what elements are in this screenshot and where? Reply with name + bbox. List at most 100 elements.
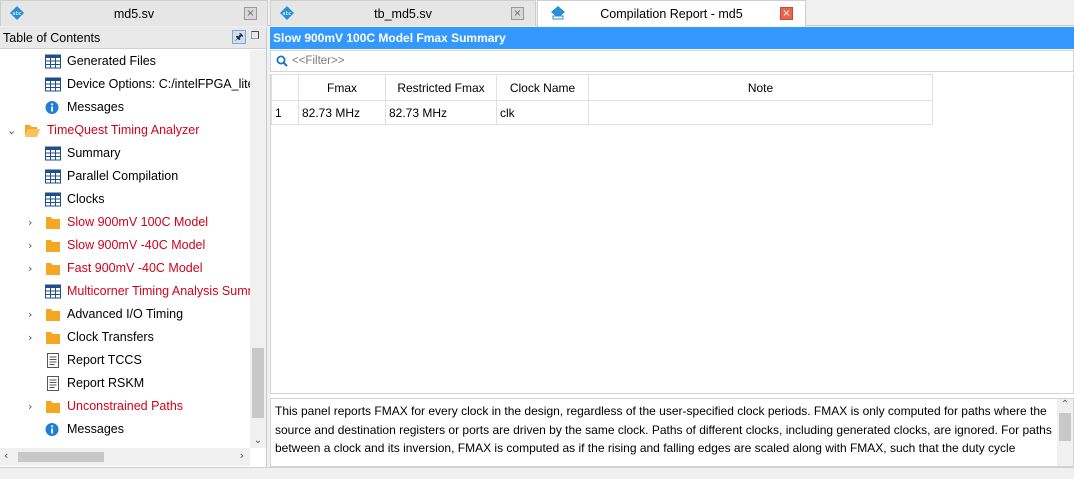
folder-icon	[45, 215, 61, 230]
tree-item-label: Multicorner Timing Analysis Summ	[67, 284, 250, 298]
tree-item-label: Advanced I/O Timing	[67, 307, 184, 321]
folder-icon	[45, 238, 61, 253]
tree-item-label: Parallel Compilation	[67, 169, 179, 183]
close-icon[interactable]: ×	[244, 7, 257, 20]
expand-icon[interactable]: ›	[28, 303, 38, 326]
expand-icon[interactable]: ›	[28, 395, 38, 418]
expand-icon[interactable]: ›	[28, 257, 38, 280]
tab-tb-md5-sv[interactable]: abc tb_md5.sv ×	[270, 0, 536, 26]
tree-item[interactable]: Messages	[0, 418, 250, 441]
status-bar	[0, 467, 1074, 479]
tree-item-label: Summary	[67, 146, 121, 160]
text-report-icon	[45, 376, 61, 391]
column-header-restricted-fmax[interactable]: Restricted Fmax	[385, 74, 497, 101]
tree-item[interactable]: Report RSKM	[0, 372, 250, 395]
tree-item[interactable]: › Slow 900mV 100C Model	[0, 211, 250, 234]
tree-item-label: Clocks	[67, 192, 105, 206]
scroll-thumb[interactable]	[18, 452, 104, 462]
tree-item[interactable]: › Fast 900mV -40C Model	[0, 257, 250, 280]
tree-item[interactable]: Summary	[0, 142, 250, 165]
tree-item-label: Fast 900mV -40C Model	[67, 261, 203, 275]
restore-window-icon[interactable]: ❐	[248, 30, 262, 44]
column-header-index[interactable]	[271, 74, 299, 101]
filter-input[interactable]: <<Filter>>	[292, 55, 344, 67]
info-icon	[45, 422, 61, 437]
tree-item-label: Messages	[67, 100, 124, 114]
tree-item-label: Slow 900mV 100C Model	[67, 215, 209, 229]
scroll-down-icon[interactable]: ⌄	[250, 435, 266, 446]
folder-icon	[45, 261, 61, 276]
toc-horizontal-scrollbar[interactable]: ‹ ›	[0, 448, 250, 466]
cell-note	[588, 100, 933, 125]
table-icon	[45, 284, 61, 299]
column-header-clock-name[interactable]: Clock Name	[496, 74, 589, 101]
table-icon	[45, 169, 61, 184]
tree-item-label: Clock Transfers	[67, 330, 154, 344]
tree-item[interactable]: Clocks	[0, 188, 250, 211]
toc-title: Table of Contents	[3, 30, 101, 45]
table-of-contents-panel: Table of Contents 🖈 ❐ Generated Files Dev…	[0, 27, 267, 467]
fmax-table-area: Fmax Restricted Fmax Clock Name Note 1 8…	[270, 74, 1074, 394]
description-text: This panel reports FMAX for every clock …	[275, 404, 1052, 455]
report-description: This panel reports FMAX for every clock …	[270, 398, 1074, 467]
folder-open-icon	[24, 123, 40, 138]
tree-item-label: Report RSKM	[67, 376, 145, 390]
toc-header: Table of Contents 🖈 ❐	[0, 27, 266, 49]
tree-item[interactable]: Generated Files	[0, 50, 250, 73]
close-icon[interactable]: ×	[511, 7, 524, 20]
tab-label: tb_md5.sv	[374, 6, 432, 21]
tree-item-label: Unconstrained Paths	[67, 399, 184, 413]
table-header-row: Fmax Restricted Fmax Clock Name Note	[271, 74, 933, 101]
tree-item-label: TimeQuest Timing Analyzer	[47, 123, 200, 137]
scroll-right-icon[interactable]: ›	[240, 449, 244, 462]
filter-bar[interactable]: <<Filter>>	[270, 50, 1074, 72]
scroll-left-icon[interactable]: ‹	[4, 449, 8, 462]
table-icon	[45, 77, 61, 92]
folder-icon	[45, 307, 61, 322]
tree-item[interactable]: Report TCCS	[0, 349, 250, 372]
tree-item[interactable]: ⌄ TimeQuest Timing Analyzer	[0, 119, 250, 142]
cell-restricted-fmax: 82.73 MHz	[385, 100, 497, 125]
expand-icon[interactable]: ›	[28, 211, 38, 234]
tree-item-label: Slow 900mV -40C Model	[67, 238, 206, 252]
folder-icon	[45, 330, 61, 345]
report-title: Slow 900mV 100C Model Fmax Summary	[270, 27, 1074, 49]
toc-tree: Generated Files Device Options: C:/intelF…	[0, 50, 250, 448]
tree-item[interactable]: › Slow 900mV -40C Model	[0, 234, 250, 257]
tree-item[interactable]: Device Options: C:/intelFPGA_lite/	[0, 73, 250, 96]
tab-md5-sv[interactable]: abc md5.sv ×	[0, 0, 268, 26]
folder-icon	[45, 399, 61, 414]
tree-item[interactable]: › Advanced I/O Timing	[0, 303, 250, 326]
expand-icon[interactable]: ›	[28, 326, 38, 349]
description-scrollbar[interactable]: ⌃	[1057, 399, 1073, 466]
cell-fmax: 82.73 MHz	[298, 100, 386, 125]
tab-label: Compilation Report - md5	[600, 7, 743, 21]
table-row[interactable]: 1 82.73 MHz 82.73 MHz clk	[271, 100, 933, 125]
text-report-icon	[45, 353, 61, 368]
collapse-icon[interactable]: ⌄	[7, 119, 17, 142]
tree-item-label: Messages	[67, 422, 124, 436]
toc-vertical-scrollbar[interactable]: ⌄	[250, 50, 266, 448]
tree-item[interactable]: Parallel Compilation	[0, 165, 250, 188]
table-icon	[45, 146, 61, 161]
close-icon[interactable]: ×	[780, 7, 793, 20]
scroll-thumb[interactable]	[1059, 413, 1071, 441]
tab-bar: abc md5.sv × abc tb_md5.sv × Compilation…	[0, 0, 1074, 27]
scroll-thumb[interactable]	[252, 348, 264, 418]
column-header-note[interactable]: Note	[588, 74, 933, 101]
tab-compilation-report[interactable]: Compilation Report - md5 ×	[537, 0, 806, 27]
tree-item[interactable]: Multicorner Timing Analysis Summ	[0, 280, 250, 303]
scroll-up-icon[interactable]: ⌃	[1057, 399, 1073, 410]
cell-clock-name: clk	[496, 100, 589, 125]
pin-icon[interactable]: 🖈	[232, 30, 246, 44]
cell-index: 1	[271, 100, 299, 125]
report-panel: Slow 900mV 100C Model Fmax Summary <<Fil…	[270, 27, 1074, 467]
expand-icon[interactable]: ›	[28, 234, 38, 257]
tab-label: md5.sv	[113, 6, 155, 21]
tree-item[interactable]: Messages	[0, 96, 250, 119]
tree-item[interactable]: › Unconstrained Paths	[0, 395, 250, 418]
tree-item-label: Generated Files	[67, 54, 156, 68]
search-icon	[276, 55, 288, 67]
column-header-fmax[interactable]: Fmax	[298, 74, 386, 101]
tree-item[interactable]: › Clock Transfers	[0, 326, 250, 349]
